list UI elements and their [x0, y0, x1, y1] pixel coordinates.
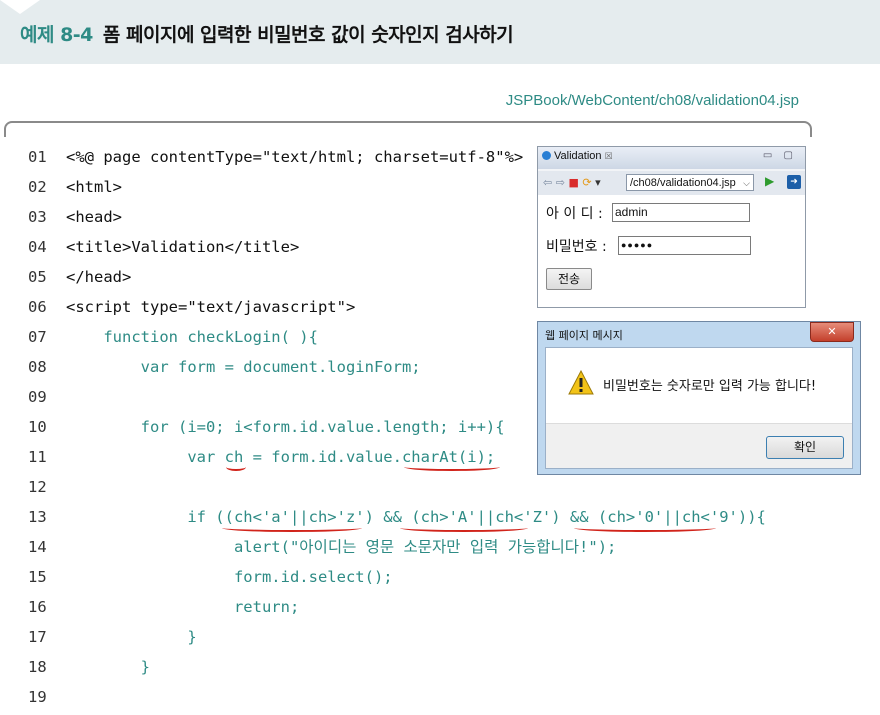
example-title: 예제 8-4 폼 페이지에 입력한 비밀번호 값이 숫자인지 검사하기	[20, 20, 514, 47]
url-field[interactable]: /ch08/validation04.jsp ⌵	[626, 174, 754, 191]
underline-ch	[226, 463, 246, 471]
underline-digit-check	[574, 524, 716, 532]
line-number: 10	[28, 418, 47, 436]
browser-tab[interactable]: Validation ☒	[542, 150, 613, 162]
back-icon[interactable]: ⇦	[543, 176, 552, 189]
nav-icons: ⇦ ⇨ ■ ⟳ ▾	[543, 176, 601, 189]
line-number: 12	[28, 478, 47, 496]
go-icon[interactable]: ▶	[765, 174, 774, 188]
line-number: 19	[28, 688, 47, 706]
code-text: <html>	[66, 178, 122, 196]
code-text: alert("아이디는 영문 소문자만 입력 가능합니다!");	[66, 538, 617, 556]
browser-content: 아 이 디 : admin 비밀번호 : ●●●●● 전송	[538, 195, 805, 307]
code-text: var form = document.loginForm;	[66, 358, 421, 376]
ok-button[interactable]: 확인	[766, 436, 844, 459]
external-browser-icon[interactable]: ➜	[787, 175, 801, 189]
line-number: 13	[28, 508, 47, 526]
code-text: function checkLogin( ){	[66, 328, 318, 346]
close-icon[interactable]: ✕	[810, 322, 854, 342]
code-frame	[4, 121, 812, 137]
forward-icon[interactable]: ⇨	[556, 176, 565, 189]
header-notch	[0, 0, 40, 14]
url-dropdown-icon[interactable]: ⌵	[743, 175, 750, 190]
tab-close-icon[interactable]: ☒	[605, 151, 613, 161]
line-number: 02	[28, 178, 47, 196]
warning-icon	[568, 370, 594, 395]
dialog-footer: 확인	[546, 423, 852, 468]
underline-charAt	[404, 463, 500, 471]
code-text: for (i=0; i<form.id.value.length; i++){	[66, 418, 505, 436]
stop-icon[interactable]: ■	[568, 176, 578, 189]
browser-tab-bar: Validation ☒ ▭ ▢	[538, 147, 805, 169]
line-number: 16	[28, 598, 47, 616]
submit-button[interactable]: 전송	[546, 268, 592, 290]
line-number: 08	[28, 358, 47, 376]
code-text: return;	[66, 598, 300, 616]
code-text: <head>	[66, 208, 122, 226]
example-title-text: 폼 페이지에 입력한 비밀번호 값이 숫자인지 검사하기	[102, 24, 514, 46]
line-number: 05	[28, 268, 47, 286]
line-number: 17	[28, 628, 47, 646]
code-text: form.id.select();	[66, 568, 393, 586]
line-number: 07	[28, 328, 47, 346]
code-text: }	[66, 628, 197, 646]
browser-toolbar: ⇦ ⇨ ■ ⟳ ▾ /ch08/validation04.jsp ⌵ ▶ ➜	[538, 171, 805, 195]
refresh-icon[interactable]: ⟳	[582, 176, 591, 189]
dialog-message: 비밀번호는 숫자로만 입력 가능 합니다!	[603, 379, 817, 394]
alert-dialog: 웹 페이지 메시지 ✕ 비밀번호는 숫자로만 입력 가능 합니다! 확인	[537, 321, 861, 475]
file-path: JSPBook/WebContent/ch08/validation04.jsp	[505, 92, 799, 109]
dialog-title: 웹 페이지 메시지	[545, 329, 623, 342]
line-number: 15	[28, 568, 47, 586]
line-number: 04	[28, 238, 47, 256]
code-text: }	[66, 658, 150, 676]
id-input[interactable]: admin	[612, 203, 750, 222]
line-number: 03	[28, 208, 47, 226]
line-number: 11	[28, 448, 47, 466]
example-header: 예제 8-4 폼 페이지에 입력한 비밀번호 값이 숫자인지 검사하기	[0, 0, 880, 64]
underline-lowercase-check	[222, 524, 362, 532]
line-number: 01	[28, 148, 47, 166]
id-label: 아 이 디 :	[546, 206, 603, 222]
code-text: <%@ page contentType="text/html; charset…	[66, 148, 524, 166]
line-number: 14	[28, 538, 47, 556]
dropdown-icon[interactable]: ▾	[595, 176, 601, 189]
url-text: /ch08/validation04.jsp	[630, 177, 736, 189]
underline-uppercase-check	[400, 524, 528, 532]
dialog-body: 비밀번호는 숫자로만 입력 가능 합니다! 확인	[545, 347, 853, 469]
code-text: <script type="text/javascript">	[66, 298, 356, 316]
password-input[interactable]: ●●●●●	[618, 236, 751, 255]
browser-window: Validation ☒ ▭ ▢ ⇦ ⇨ ■ ⟳ ▾ /ch08/validat…	[537, 146, 806, 308]
code-text: </head>	[66, 268, 132, 286]
password-label: 비밀번호 :	[546, 239, 607, 255]
globe-icon	[542, 151, 551, 160]
browser-tab-title: Validation	[554, 150, 602, 162]
line-number: 09	[28, 388, 47, 406]
window-controls[interactable]: ▭ ▢	[763, 150, 797, 161]
example-number: 예제 8-4	[20, 24, 93, 46]
code-text: <title>Validation</title>	[66, 238, 300, 256]
line-number: 06	[28, 298, 47, 316]
line-number: 18	[28, 658, 47, 676]
